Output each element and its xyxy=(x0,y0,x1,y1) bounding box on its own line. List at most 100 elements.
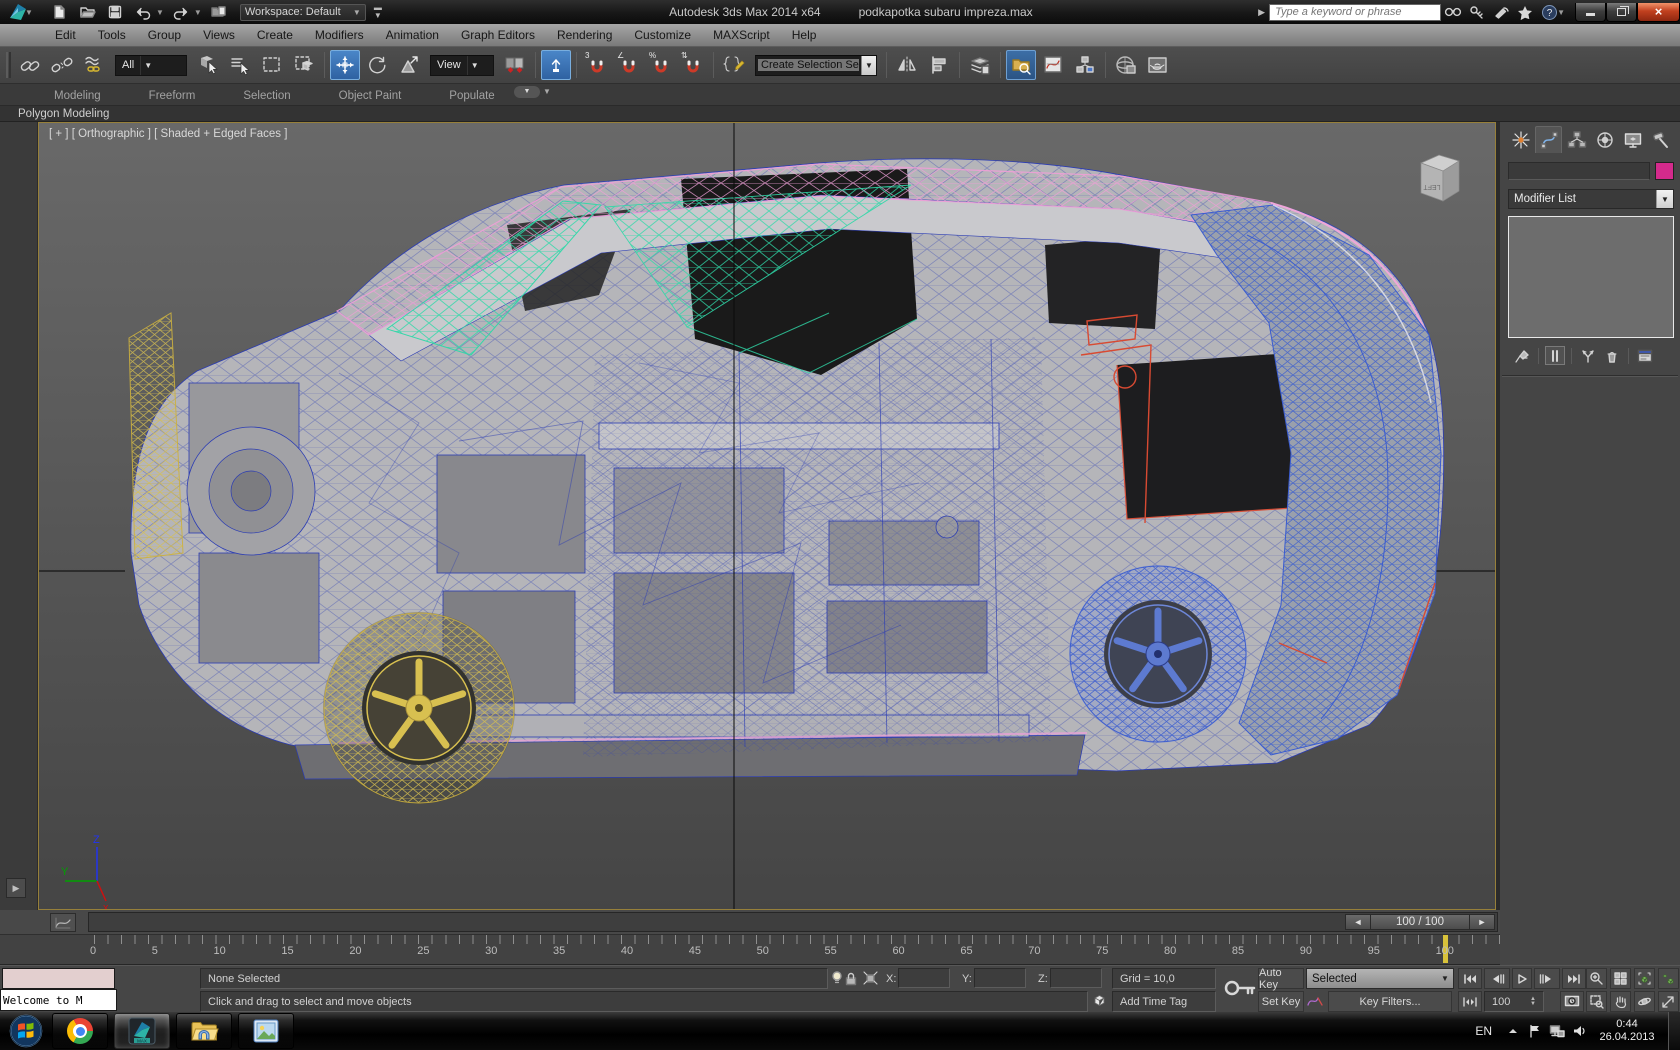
open-file-button[interactable] xyxy=(76,3,98,21)
taskbar-3dsmax-button[interactable]: MAX xyxy=(114,1013,170,1049)
taskbar-image-viewer-button[interactable] xyxy=(238,1013,294,1049)
select-and-rotate-icon[interactable] xyxy=(362,50,392,80)
spinner-snap-toggle-icon[interactable]: ⇅ xyxy=(678,50,708,80)
save-file-button[interactable] xyxy=(104,3,126,21)
show-hidden-icons-button[interactable] xyxy=(1502,1012,1524,1050)
create-tab-icon[interactable] xyxy=(1507,126,1534,153)
time-configuration-button[interactable] xyxy=(1560,991,1584,1012)
viewport-3d-scene[interactable]: LEFT Z Y x xyxy=(39,123,1496,910)
ribbon-tab[interactable]: Freeform xyxy=(125,87,220,105)
remove-modifier-icon[interactable] xyxy=(1602,346,1622,365)
communication-center-icon[interactable] xyxy=(1489,3,1513,21)
object-color-swatch[interactable] xyxy=(1655,162,1674,180)
select-and-manipulate-icon[interactable] xyxy=(541,50,571,80)
mirror-icon[interactable] xyxy=(892,50,922,80)
language-indicator[interactable]: EN xyxy=(1465,1024,1502,1038)
ribbon-tab[interactable]: Selection xyxy=(219,87,314,105)
rectangular-selection-region-icon[interactable] xyxy=(257,50,287,80)
pin-stack-icon[interactable] xyxy=(1512,346,1532,365)
menu-item[interactable]: MAXScript xyxy=(702,24,781,46)
ribbon-panel-strip[interactable]: Polygon Modeling xyxy=(0,105,1680,122)
edit-named-selection-sets-icon[interactable] xyxy=(719,50,749,80)
menu-item[interactable]: Edit xyxy=(44,24,87,46)
next-frame-arrow[interactable]: ► xyxy=(1469,914,1495,930)
current-frame-field[interactable]: 100 ▲▼ xyxy=(1484,991,1544,1012)
show-desktop-button[interactable] xyxy=(1668,1012,1680,1050)
ribbon-tab[interactable]: Object Paint xyxy=(315,87,426,105)
viewport-orthographic[interactable]: [ + ] [ Orthographic ] [ Shaded + Edged … xyxy=(38,122,1496,910)
zoom-all-icon[interactable] xyxy=(1610,968,1631,989)
maximize-viewport-toggle-icon[interactable] xyxy=(1658,991,1679,1012)
app-menu-button[interactable]: ▼ xyxy=(0,0,40,24)
default-in-out-tangent-icon[interactable] xyxy=(1306,993,1324,1012)
utilities-tab-icon[interactable] xyxy=(1647,126,1674,153)
time-slider-handle[interactable]: ◄ 100 / 100 ► xyxy=(1345,914,1495,930)
redo-button[interactable] xyxy=(170,3,192,21)
menu-item[interactable]: Tools xyxy=(87,24,137,46)
modifier-stack[interactable] xyxy=(1508,216,1674,338)
menu-item[interactable]: Customize xyxy=(623,24,702,46)
use-pivot-point-center-icon[interactable] xyxy=(500,50,530,80)
ribbon-minimize-button[interactable]: ▼ xyxy=(514,86,540,98)
z-coordinate-field[interactable] xyxy=(1050,968,1102,988)
undo-button[interactable] xyxy=(132,3,154,21)
window-crossing-toggle-icon[interactable] xyxy=(289,50,319,80)
undo-history-arrow-icon[interactable]: ▼ xyxy=(156,8,164,17)
menu-item[interactable]: Rendering xyxy=(546,24,623,46)
rendered-frame-window-icon[interactable] xyxy=(1143,50,1173,80)
snap-toggle-3d-icon[interactable]: 3 xyxy=(582,50,612,80)
ribbon-minimize-arrow-icon[interactable]: ▼ xyxy=(543,87,551,96)
play-button[interactable] xyxy=(1512,968,1532,989)
help-arrow-icon[interactable]: ▼ xyxy=(1557,8,1565,17)
go-to-start-button[interactable] xyxy=(1458,968,1482,989)
y-coordinate-field[interactable] xyxy=(974,968,1026,988)
viewport-label[interactable]: [ + ] [ Orthographic ] [ Shaded + Edged … xyxy=(49,128,287,140)
render-setup-icon[interactable] xyxy=(1111,50,1141,80)
open-mini-curve-editor-button[interactable] xyxy=(50,913,76,932)
auto-key-button[interactable]: Auto Key xyxy=(1258,968,1304,989)
bind-to-space-warp-icon[interactable] xyxy=(79,50,109,80)
timeline-ruler[interactable]: 0510152025303540455055606570758085909510… xyxy=(88,935,1500,965)
taskbar-explorer-button[interactable] xyxy=(176,1013,232,1049)
previous-frame-arrow[interactable]: ◄ xyxy=(1345,914,1371,930)
minimize-button[interactable] xyxy=(1575,3,1606,22)
percent-snap-toggle-icon[interactable]: % xyxy=(646,50,676,80)
schematic-view-icon[interactable] xyxy=(1070,50,1100,80)
x-coordinate-field[interactable] xyxy=(898,968,950,988)
key-filters-button[interactable]: Key Filters... xyxy=(1328,991,1452,1012)
named-selection-set-dropdown[interactable]: Create Selection Se ▼ xyxy=(755,55,877,76)
selection-lock-icon[interactable] xyxy=(844,971,858,989)
graphite-ribbon-toggle-icon[interactable] xyxy=(1006,50,1036,80)
zoom-extents-all-icon[interactable] xyxy=(1658,968,1679,989)
hierarchy-tab-icon[interactable] xyxy=(1563,126,1590,153)
unlink-selection-icon[interactable] xyxy=(47,50,77,80)
selection-filter-dropdown[interactable]: All ▼ xyxy=(115,55,187,76)
go-to-end-button[interactable] xyxy=(1562,968,1586,989)
expand-left-panel-button[interactable]: ▶ xyxy=(6,878,26,898)
align-icon[interactable] xyxy=(924,50,954,80)
reference-coordinate-system-dropdown[interactable]: View ▼ xyxy=(430,55,494,76)
ribbon-tab[interactable]: Modeling xyxy=(30,87,125,105)
front-wheel-yellow[interactable] xyxy=(323,612,515,804)
menu-item[interactable]: Modifiers xyxy=(304,24,375,46)
subscription-key-icon[interactable] xyxy=(1465,3,1489,21)
orbit-icon[interactable] xyxy=(1634,991,1655,1012)
mini-listener-output-line[interactable]: Welcome to M xyxy=(0,989,117,1011)
display-tab-icon[interactable] xyxy=(1619,126,1646,153)
mini-listener-macro-line[interactable] xyxy=(2,968,115,989)
redo-history-arrow-icon[interactable]: ▼ xyxy=(194,8,202,17)
next-frame-button[interactable] xyxy=(1534,968,1560,989)
previous-frame-button[interactable] xyxy=(1484,968,1510,989)
network-icon[interactable] xyxy=(1546,1012,1568,1050)
curve-editor-icon[interactable] xyxy=(1038,50,1068,80)
absolute-offset-mode-icon[interactable] xyxy=(862,970,879,989)
search-input[interactable] xyxy=(1269,4,1441,21)
configure-modifier-sets-icon[interactable] xyxy=(1635,346,1655,365)
adaptive-degradation-lightbulb-icon[interactable] xyxy=(830,970,844,989)
menu-item[interactable]: Group xyxy=(137,24,192,46)
qat-customize-button[interactable]: ▬▼ xyxy=(370,4,386,20)
show-end-result-icon[interactable] xyxy=(1545,346,1565,365)
taskbar-clock[interactable]: 0:44 26.04.2013 xyxy=(1590,1018,1668,1044)
rear-wheel-blue[interactable] xyxy=(1069,565,1247,743)
key-selection-dropdown[interactable]: Selected ▼ xyxy=(1306,968,1454,989)
